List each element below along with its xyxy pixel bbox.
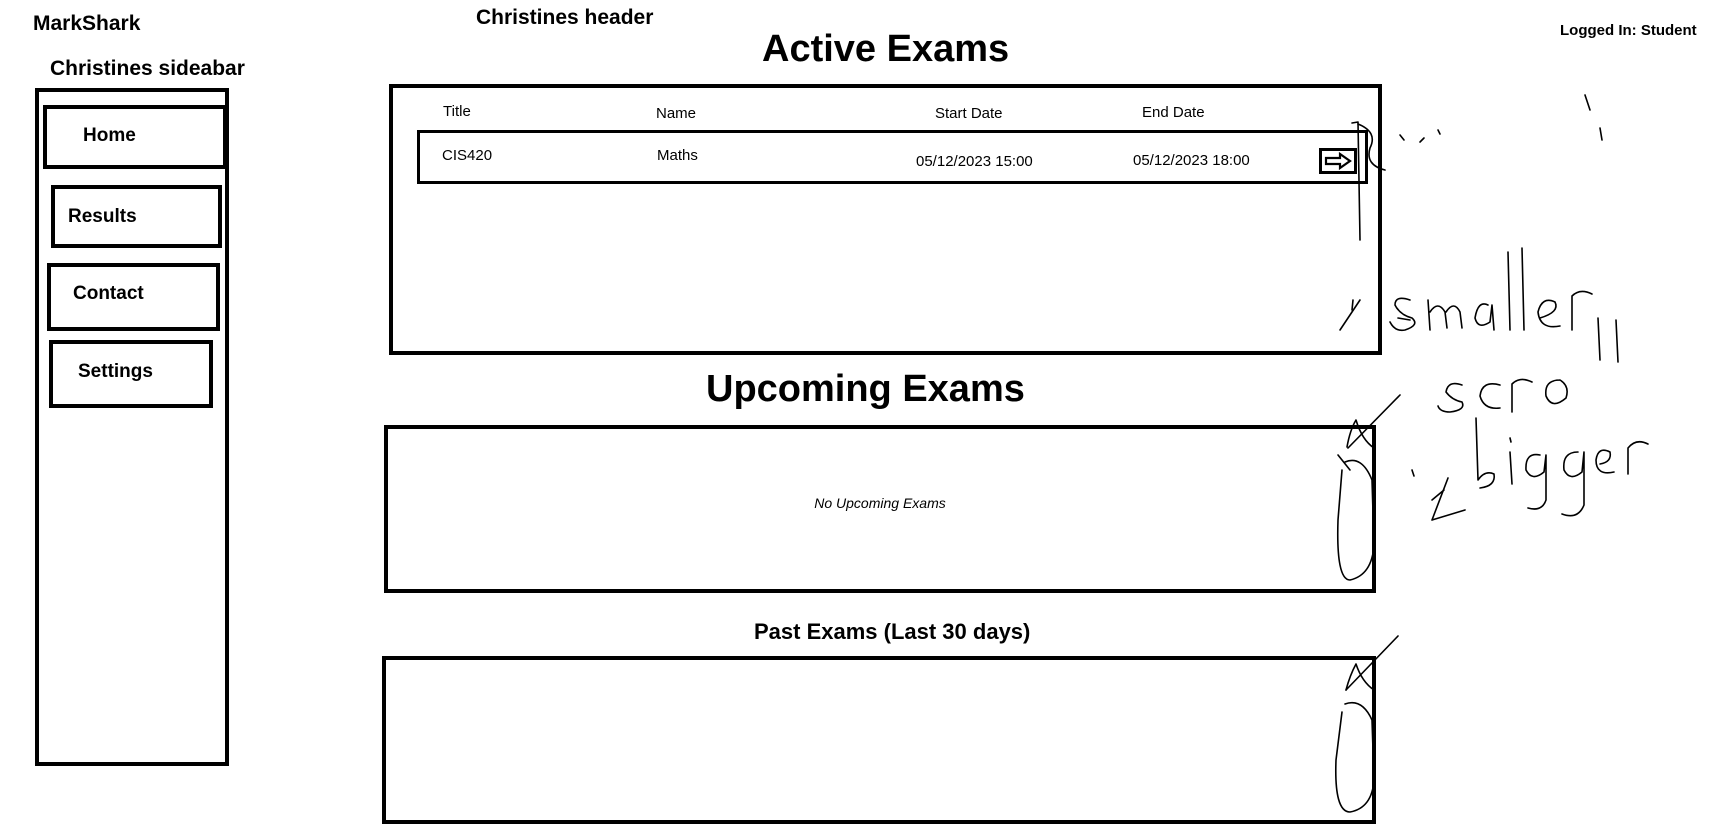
active-exams-title: Active Exams <box>762 28 1010 70</box>
sidebar-item-settings[interactable]: Settings <box>49 340 213 408</box>
sidebar: Home Results Contact Settings <box>35 88 229 766</box>
sidebar-item-label: Settings <box>78 361 153 382</box>
login-status: Logged In: Student <box>1560 22 1697 39</box>
column-header-end-date: End Date <box>1142 104 1205 121</box>
exam-start-cell: 05/12/2023 15:00 <box>916 153 1033 170</box>
header-note: Christines header <box>476 6 654 29</box>
open-exam-button[interactable] <box>1319 148 1357 174</box>
table-row[interactable]: CIS420 Maths 05/12/2023 15:00 05/12/2023… <box>417 130 1368 184</box>
sidebar-item-home[interactable]: Home <box>43 105 227 169</box>
sidebar-item-label: Results <box>68 206 137 227</box>
arrow-right-icon <box>1324 151 1352 171</box>
exam-name-cell: Maths <box>657 147 698 164</box>
empty-state-text: No Upcoming Exams <box>814 495 946 511</box>
column-header-title: Title <box>443 103 471 120</box>
sidebar-note: Christines sideabar <box>50 57 245 80</box>
exam-end-cell: 05/12/2023 18:00 <box>1133 152 1250 169</box>
app-title: MarkShark <box>33 12 141 35</box>
column-header-start-date: Start Date <box>935 105 1003 122</box>
sidebar-item-contact[interactable]: Contact <box>47 263 220 331</box>
sidebar-item-label: Contact <box>73 283 144 304</box>
column-header-name: Name <box>656 105 697 122</box>
upcoming-exams-title: Upcoming Exams <box>706 368 1025 410</box>
past-exams-panel <box>382 656 1376 824</box>
exam-title-cell: CIS420 <box>442 147 493 164</box>
sidebar-item-results[interactable]: Results <box>51 185 222 248</box>
past-exams-title: Past Exams (Last 30 days) <box>754 619 1031 644</box>
active-exams-panel: Title Name Start Date End Date CIS420 Ma… <box>389 84 1382 355</box>
sidebar-item-label: Home <box>83 125 136 146</box>
upcoming-exams-panel: No Upcoming Exams <box>384 425 1376 593</box>
